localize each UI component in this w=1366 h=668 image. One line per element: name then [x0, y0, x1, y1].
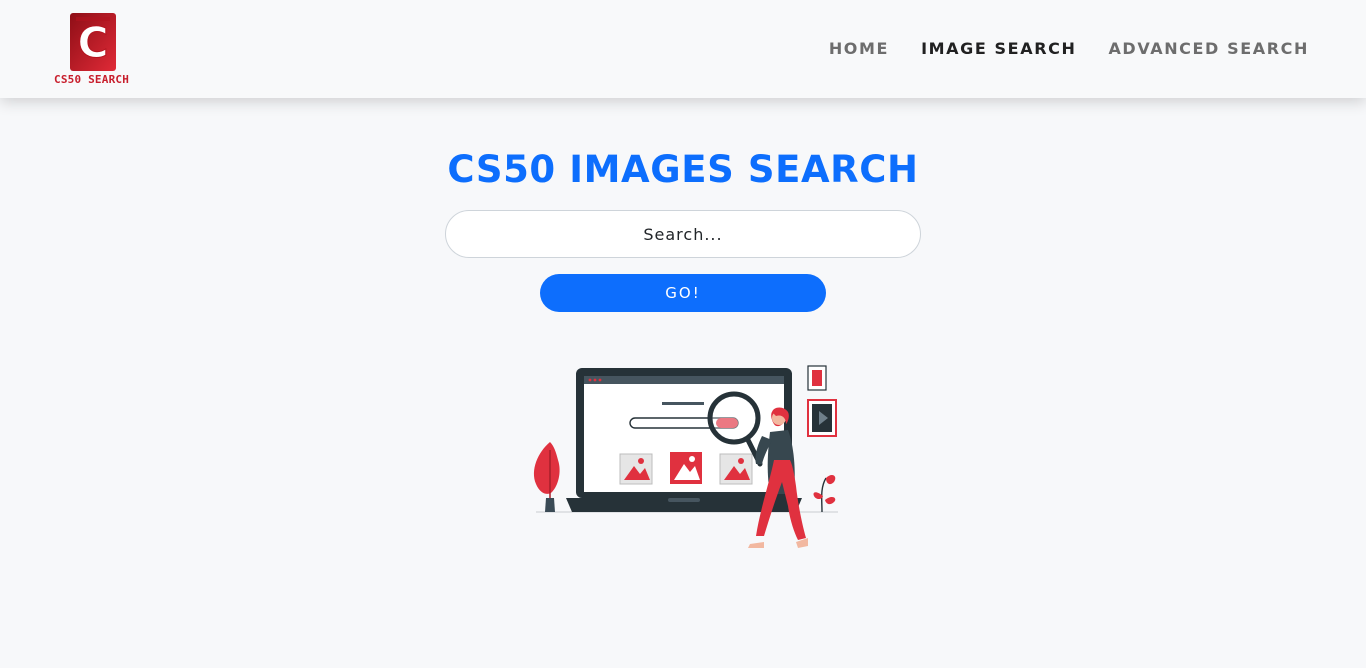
plant-icon: [533, 442, 560, 512]
nav-advanced-search[interactable]: ADVANCED SEARCH: [1108, 38, 1309, 60]
search-input[interactable]: [445, 210, 921, 258]
image-placeholder-icon: [619, 453, 653, 485]
image-search-illustration: [533, 365, 838, 548]
nav-links: HOME IMAGE SEARCH ADVANCED SEARCH: [797, 38, 1309, 60]
image-placeholder-icon: [719, 453, 753, 485]
brand-name: CS50 SEARCH: [54, 73, 130, 86]
svg-text:C: C: [78, 18, 109, 67]
nav-home[interactable]: HOME: [829, 38, 889, 60]
image-placeholder-icon: [670, 452, 702, 484]
go-button[interactable]: GO!: [540, 274, 826, 312]
cs50-logo-icon: C: [70, 13, 116, 71]
plant-icon: [813, 475, 836, 513]
nav-image-search[interactable]: IMAGE SEARCH: [921, 38, 1076, 60]
brand-logo-link[interactable]: C CS50 SEARCH: [54, 13, 134, 89]
navbar: C CS50 SEARCH HOME IMAGE SEARCH ADVANCED…: [0, 0, 1366, 98]
page-title: CS50 IMAGES SEARCH: [447, 148, 919, 191]
